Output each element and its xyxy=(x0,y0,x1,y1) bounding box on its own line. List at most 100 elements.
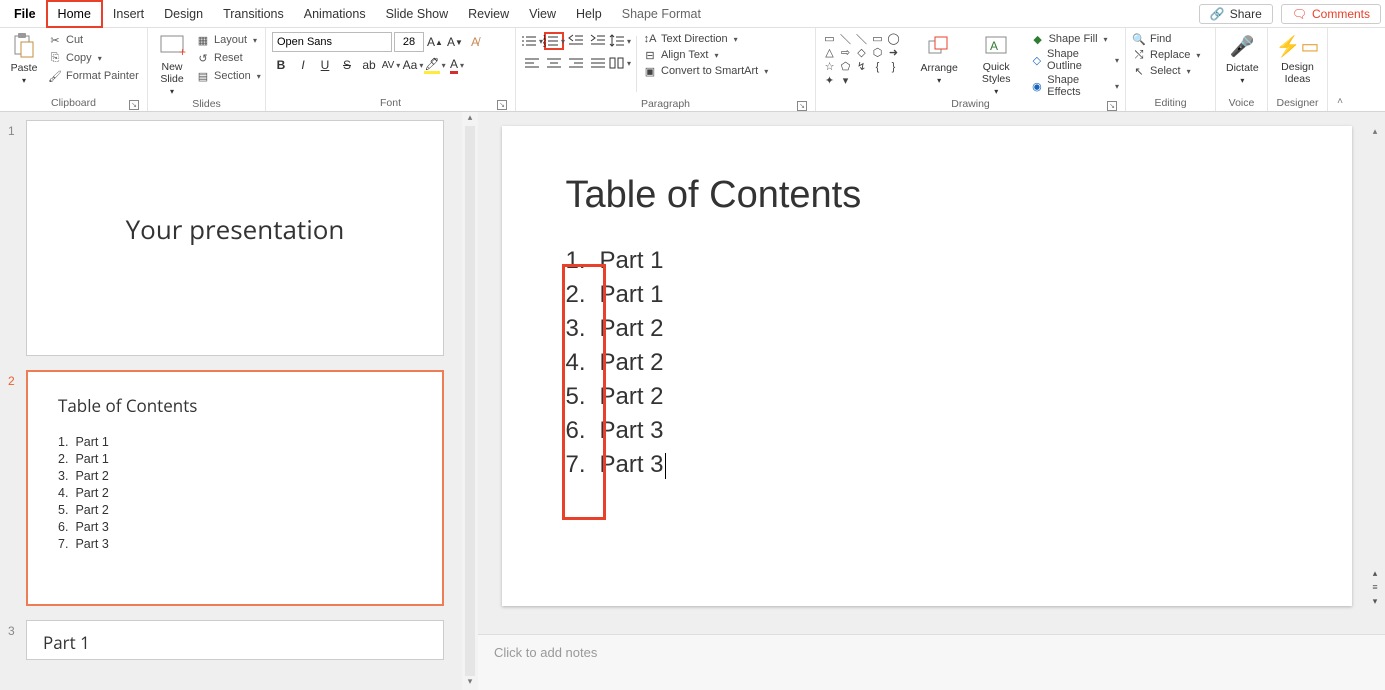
list-item[interactable]: 3.Part 2 xyxy=(566,315,1288,343)
reset-button[interactable]: ↺Reset xyxy=(194,50,263,66)
shape-tri-icon[interactable]: △ xyxy=(822,46,837,59)
list-item[interactable]: 2.Part 1 xyxy=(566,281,1288,309)
font-name-input[interactable] xyxy=(272,32,392,52)
tab-help[interactable]: Help xyxy=(566,2,612,26)
thumbnails-scrollbar[interactable]: ▴▾ xyxy=(462,112,478,690)
shape-brace2-icon[interactable]: } xyxy=(886,60,901,73)
collapse-ribbon-button[interactable]: ˄ xyxy=(1328,28,1352,111)
paste-button[interactable]: Paste▾ xyxy=(6,30,42,87)
decrease-font-button[interactable]: A▼ xyxy=(446,33,464,51)
shape-callout-icon[interactable]: ⬠ xyxy=(838,60,853,73)
shape-star2-icon[interactable]: ✦ xyxy=(822,74,837,87)
increase-indent-button[interactable] xyxy=(588,32,608,50)
shape-diamond-icon[interactable]: ◇ xyxy=(854,46,869,59)
align-center-button[interactable] xyxy=(544,54,564,72)
tab-animations[interactable]: Animations xyxy=(294,2,376,26)
shape-outline-button[interactable]: ◇Shape Outline xyxy=(1031,48,1119,72)
align-left-button[interactable] xyxy=(522,54,542,72)
shape-line2-icon[interactable]: ＼ xyxy=(854,32,869,45)
tab-transitions[interactable]: Transitions xyxy=(213,2,294,26)
align-right-button[interactable] xyxy=(566,54,586,72)
line-spacing-button[interactable] xyxy=(610,32,630,50)
clipboard-launcher[interactable]: ↘ xyxy=(129,100,139,110)
slide-thumbnail-3[interactable]: Part 1 xyxy=(26,620,444,660)
layout-button[interactable]: ▦Layout xyxy=(194,32,263,48)
font-color-button[interactable]: A xyxy=(448,56,466,74)
clear-formatting-button[interactable]: A̸ xyxy=(466,33,484,51)
next-slide-nav[interactable]: ▾ xyxy=(1367,596,1383,610)
tab-design[interactable]: Design xyxy=(154,2,213,26)
shape-oval-icon[interactable]: ◯ xyxy=(886,32,901,45)
text-direction-button[interactable]: ↕AText Direction xyxy=(643,32,768,46)
comments-button[interactable]: 🗨Comments xyxy=(1281,4,1381,24)
list-item[interactable]: 6.Part 3 xyxy=(566,417,1288,445)
replace-button[interactable]: ⤭Replace xyxy=(1132,48,1200,62)
shape-effects-button[interactable]: ◉Shape Effects xyxy=(1031,74,1119,98)
shapes-gallery[interactable]: ▭＼＼▭◯△ ⇨◇⬡➜☆⬠ ↯{}✦▾ xyxy=(822,30,912,87)
bullets-button[interactable] xyxy=(522,32,542,50)
format-painter-button[interactable]: 🖌Format Painter xyxy=(46,68,141,84)
shape-hex-icon[interactable]: ⬡ xyxy=(870,46,885,59)
shape-connector-icon[interactable]: ↯ xyxy=(854,60,869,73)
font-size-input[interactable] xyxy=(394,32,424,52)
slide-nav-menu[interactable]: ≡ xyxy=(1367,582,1383,596)
cut-button[interactable]: ✂Cut xyxy=(46,32,141,48)
editor-scrollbar[interactable]: ▴ ▴≡▾ xyxy=(1367,126,1383,610)
increase-font-button[interactable]: A▲ xyxy=(426,33,444,51)
list-item[interactable]: 5.Part 2 xyxy=(566,383,1288,411)
italic-button[interactable]: I xyxy=(294,56,312,74)
design-ideas-button[interactable]: ⚡▭Design Ideas xyxy=(1274,30,1321,87)
shape-rect-icon[interactable]: ▭ xyxy=(870,32,885,45)
columns-button[interactable] xyxy=(610,54,630,72)
change-case-button[interactable]: Aa xyxy=(404,56,422,74)
select-button[interactable]: ↖Select xyxy=(1132,64,1200,78)
quick-styles-button[interactable]: AQuick Styles▾ xyxy=(966,30,1027,98)
prev-slide-nav[interactable]: ▴ xyxy=(1367,568,1383,582)
tab-slideshow[interactable]: Slide Show xyxy=(376,2,459,26)
share-button[interactable]: 🔗Share xyxy=(1199,4,1273,24)
convert-smartart-button[interactable]: ▣Convert to SmartArt xyxy=(643,64,768,78)
decrease-indent-button[interactable] xyxy=(566,32,586,50)
shape-brace-icon[interactable]: { xyxy=(870,60,885,73)
tab-home[interactable]: Home xyxy=(46,0,103,28)
paragraph-launcher[interactable]: ↘ xyxy=(797,101,807,111)
char-spacing-button[interactable]: AV xyxy=(382,56,400,74)
shape-star-icon[interactable]: ☆ xyxy=(822,60,837,73)
section-button[interactable]: ▤Section xyxy=(194,68,263,84)
shape-textbox-icon[interactable]: ▭ xyxy=(822,32,837,45)
shadow-button[interactable]: ab xyxy=(360,56,378,74)
justify-button[interactable] xyxy=(588,54,608,72)
underline-button[interactable]: U xyxy=(316,56,334,74)
shape-fill-button[interactable]: ◆Shape Fill xyxy=(1031,32,1119,46)
new-slide-button[interactable]: + New Slide▾ xyxy=(154,30,190,98)
align-text-button[interactable]: ⊟Align Text xyxy=(643,48,768,62)
shape-more-icon[interactable]: ▾ xyxy=(838,74,853,87)
font-launcher[interactable]: ↘ xyxy=(497,100,507,110)
slide-content-list[interactable]: 1.Part 1 2.Part 1 3.Part 2 4.Part 2 5.Part 2… xyxy=(566,247,1288,479)
slide-thumbnail-2[interactable]: Table of Contents 1. Part 12. Part 13. P… xyxy=(26,370,444,606)
copy-button[interactable]: ⎘Copy xyxy=(46,50,141,66)
list-item[interactable]: 4.Part 2 xyxy=(566,349,1288,377)
tab-file[interactable]: File xyxy=(4,2,46,26)
arrange-button[interactable]: Arrange▾ xyxy=(916,30,961,87)
dictate-button[interactable]: 🎤Dictate▾ xyxy=(1222,30,1263,87)
tab-insert[interactable]: Insert xyxy=(103,2,154,26)
highlight-button[interactable]: 🖊 xyxy=(426,56,444,74)
shape-line-icon[interactable]: ＼ xyxy=(838,32,853,45)
numbering-button[interactable]: 123 xyxy=(544,32,564,50)
slide-canvas[interactable]: Table of Contents 1.Part 1 2.Part 1 3.Part… xyxy=(502,126,1352,606)
drawing-launcher[interactable]: ↘ xyxy=(1107,101,1117,111)
list-item[interactable]: 7.Part 3 xyxy=(566,451,1288,479)
shape-arrow-icon[interactable]: ⇨ xyxy=(838,46,853,59)
tab-shape-format[interactable]: Shape Format xyxy=(612,2,711,26)
slide-title[interactable]: Table of Contents xyxy=(566,174,1288,217)
strike-button[interactable]: S xyxy=(338,56,356,74)
bold-button[interactable]: B xyxy=(272,56,290,74)
slide-thumbnail-1[interactable]: Your presentation xyxy=(26,120,444,356)
find-button[interactable]: 🔍Find xyxy=(1132,32,1200,46)
tab-review[interactable]: Review xyxy=(458,2,519,26)
tab-view[interactable]: View xyxy=(519,2,566,26)
notes-pane[interactable]: Click to add notes xyxy=(478,634,1385,690)
shape-arrow2-icon[interactable]: ➜ xyxy=(886,46,901,59)
list-item[interactable]: 1.Part 1 xyxy=(566,247,1288,275)
